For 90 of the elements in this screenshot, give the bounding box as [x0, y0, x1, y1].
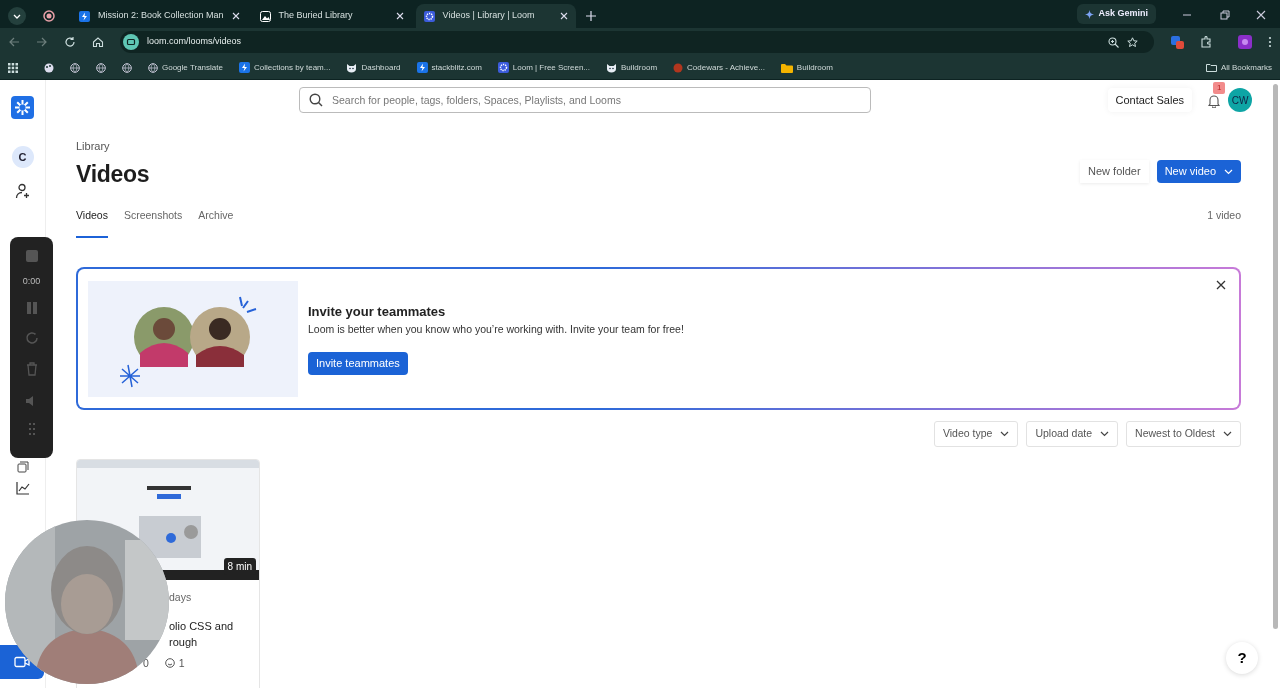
picture-frame-icon	[259, 10, 271, 22]
page-title: Videos	[76, 159, 150, 189]
drag-handle-icon[interactable]	[28, 422, 35, 435]
restart-icon[interactable]	[24, 330, 39, 345]
chevron-down-icon	[1000, 430, 1010, 437]
contact-sales-button[interactable]: Contact Sales	[1107, 87, 1192, 113]
ask-gemini-button[interactable]: Ask Gemini	[1077, 4, 1156, 24]
dropdown-icon[interactable]	[7, 6, 27, 26]
help-button[interactable]: ?	[1226, 642, 1258, 674]
folder-icon	[1205, 63, 1217, 72]
circle-icon	[673, 62, 684, 73]
bookmark[interactable]: Collections by team...	[238, 61, 331, 74]
folder-icon	[780, 62, 793, 73]
reaction-count: 1	[178, 655, 185, 671]
address-bar[interactable]: loom.com/looms/videos	[120, 31, 1154, 53]
sparkle-icon	[1085, 9, 1095, 19]
zoom-icon[interactable]	[1108, 36, 1119, 48]
chevron-down-icon	[1224, 168, 1233, 175]
tab-title: Videos | Library | Loom	[442, 9, 536, 23]
new-video-button[interactable]: New video	[1156, 160, 1241, 183]
bookmark[interactable]: Buildroom	[780, 61, 833, 74]
bookmark[interactable]: Codewars - Achieve...	[673, 61, 765, 74]
globe-icon	[70, 62, 80, 73]
filter-dropdown[interactable]: Newest to Oldest	[1126, 421, 1241, 447]
gear-icon	[423, 10, 435, 22]
chevron-down-icon	[1223, 430, 1232, 437]
bolt-icon	[238, 62, 250, 73]
record-icon[interactable]	[43, 10, 55, 22]
close-icon[interactable]	[1216, 280, 1226, 290]
bookmark[interactable]: Buildroom	[606, 61, 658, 74]
chart-icon[interactable]	[15, 481, 30, 495]
comment-count: 0	[143, 655, 149, 671]
chevron-down-icon	[1100, 430, 1110, 437]
back-icon[interactable]	[8, 36, 20, 48]
cat-icon	[346, 62, 358, 73]
site-icon	[123, 34, 139, 50]
breadcrumb-label: Library	[76, 139, 111, 154]
bolt-icon	[79, 10, 90, 22]
filter-dropdown[interactable]: Video type	[933, 421, 1019, 447]
browser-tab[interactable]: The Buried Library	[251, 4, 412, 28]
bookmark[interactable]: Dashboard	[346, 61, 401, 74]
all-bookmarks[interactable]: All Bookmarks	[1205, 61, 1272, 74]
tab[interactable]: Screenshots	[123, 208, 183, 238]
video-title: olio CSS and rough	[169, 618, 234, 650]
camera-icon	[14, 656, 30, 668]
invite-teammates-button[interactable]: Invite teammates	[308, 351, 408, 375]
forward-icon[interactable]	[36, 36, 48, 48]
add-person-icon[interactable]	[14, 183, 31, 199]
copy-icon[interactable]	[16, 461, 29, 473]
globe-icon	[96, 62, 106, 73]
apps-grid-icon[interactable]	[8, 62, 18, 73]
workspace-avatar[interactable]: C	[11, 146, 34, 168]
loom-logo-icon[interactable]	[11, 96, 34, 119]
url-text: loom.com/looms/videos	[147, 35, 243, 49]
search-icon	[309, 93, 323, 107]
user-avatar[interactable]: CW	[1228, 88, 1252, 112]
video-count: 1 video	[1207, 208, 1241, 223]
tab-title: The Buried Library	[278, 9, 354, 23]
cat-icon	[606, 62, 618, 73]
globe-icon	[148, 62, 158, 73]
gear-icon	[497, 62, 509, 73]
notification-badge: 1	[1213, 82, 1226, 94]
plus-icon[interactable]	[585, 11, 596, 21]
bolt-icon	[416, 62, 428, 73]
recording-time: 0:00	[22, 275, 41, 288]
banner-title: Invite your teammates	[308, 303, 447, 322]
restore-icon[interactable]	[1220, 10, 1230, 20]
new-folder-button[interactable]: New folder	[1080, 160, 1149, 183]
more-icon[interactable]	[1268, 36, 1272, 48]
extension-badge-icon[interactable]	[1170, 35, 1184, 49]
browser-tab[interactable]: Videos | Library | Loom	[415, 4, 576, 28]
bookmark[interactable]: Loom | Free Screen...	[497, 61, 591, 74]
home-icon[interactable]	[92, 36, 104, 48]
tab[interactable]: Videos	[76, 208, 108, 238]
video-age: days	[169, 589, 193, 605]
tab-title: Mission 2: Book Collection Man	[98, 9, 224, 23]
profile-icon[interactable]	[1238, 35, 1252, 49]
search-field[interactable]: Search for people, tags, folders, Spaces, Playlists, and Looms	[299, 87, 871, 113]
filter-dropdown[interactable]: Upload date	[1026, 421, 1119, 447]
star-icon[interactable]	[1127, 36, 1138, 48]
reload-icon[interactable]	[64, 36, 76, 48]
banner-text: Loom is better when you know who you’re working with. Invite your team for free!	[308, 321, 684, 337]
puzzle-icon[interactable]	[1200, 36, 1212, 48]
bell-icon[interactable]	[1208, 93, 1220, 108]
bookmark[interactable]: Google Translate	[148, 61, 223, 74]
browser-tab[interactable]: Mission 2: Book Collection Man	[71, 4, 248, 28]
smiley-icon	[164, 658, 175, 669]
tab[interactable]: Archive	[198, 208, 234, 238]
bookmark[interactable]: stackblitz.com	[416, 61, 482, 74]
globe-icon	[122, 62, 132, 73]
